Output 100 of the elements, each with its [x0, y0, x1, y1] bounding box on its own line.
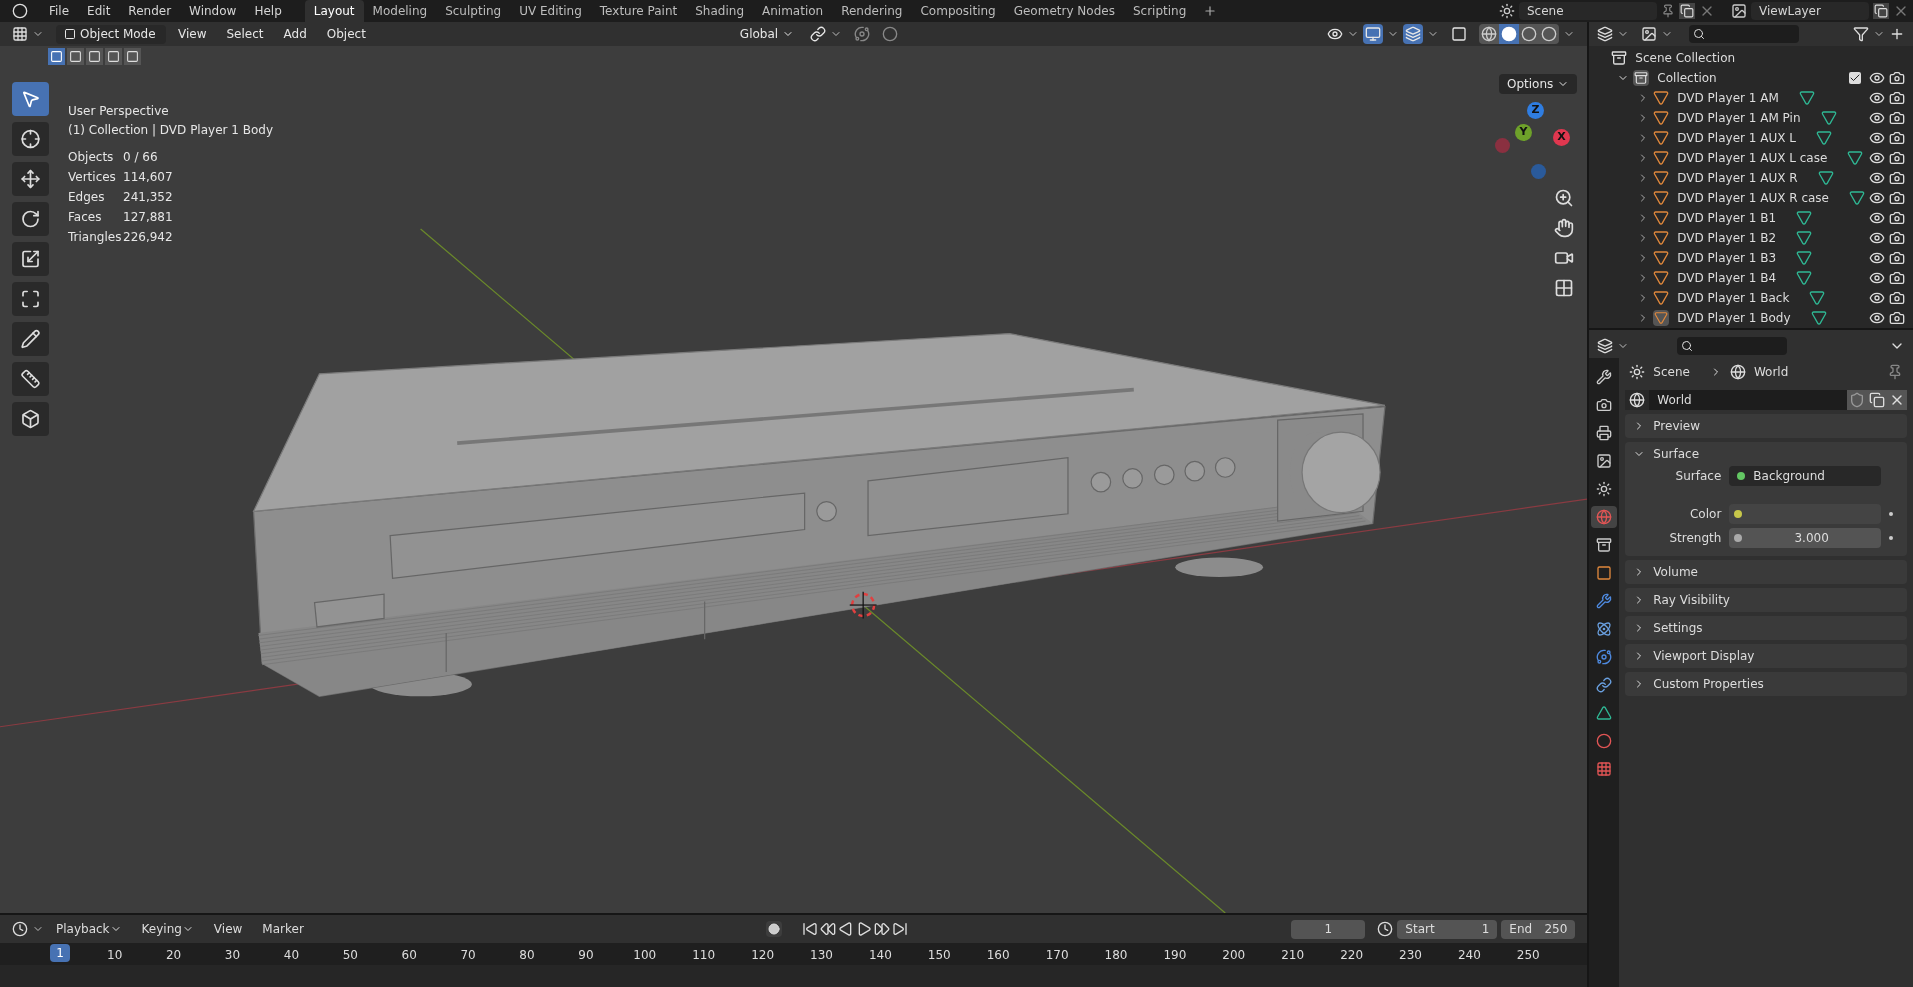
camera-icon[interactable] — [1889, 110, 1905, 126]
view-layer-icon[interactable] — [1731, 3, 1747, 19]
record-icon[interactable] — [765, 921, 782, 937]
panel-header[interactable]: Viewport Display — [1625, 644, 1907, 668]
search-field[interactable] — [1689, 25, 1800, 43]
menu-item[interactable]: View — [170, 25, 215, 43]
workspace-tab[interactable]: UV Editing — [510, 0, 591, 22]
annotate-tool-icon[interactable] — [12, 322, 49, 356]
object-icon[interactable] — [1653, 130, 1670, 146]
shading-mode-button[interactable] — [1499, 24, 1520, 44]
object-icon[interactable] — [1653, 110, 1670, 126]
menu-item[interactable]: View — [205, 920, 251, 938]
camera-icon[interactable] — [1889, 250, 1905, 266]
breadcrumb-item[interactable]: World — [1753, 363, 1789, 381]
world-name-field[interactable]: World — [1649, 390, 1847, 410]
scene-field[interactable]: Scene — [1519, 2, 1657, 20]
panel-header[interactable]: Surface — [1625, 442, 1907, 466]
snap-icon[interactable] — [854, 26, 871, 42]
app-logo-icon[interactable] — [12, 3, 28, 19]
display-mode-icon[interactable] — [1641, 26, 1658, 42]
next-keyframe-icon[interactable] — [873, 921, 890, 937]
rotate-tool-icon[interactable] — [12, 202, 49, 236]
eye-icon[interactable] — [1869, 130, 1885, 146]
pivot-icon[interactable] — [810, 26, 827, 42]
editor-type-icon[interactable] — [1597, 26, 1614, 42]
outliner-item[interactable]: DVD Player 1 Body — [1677, 309, 1791, 327]
selection-mode-button[interactable] — [86, 48, 103, 65]
pin-icon[interactable] — [1887, 364, 1903, 380]
panel-header[interactable]: Ray Visibility — [1625, 588, 1907, 612]
panel-header[interactable]: Volume — [1625, 560, 1907, 584]
outliner-item[interactable]: DVD Player 1 AM — [1677, 89, 1779, 107]
selection-mode-button[interactable] — [105, 48, 122, 65]
filter-icon[interactable] — [1853, 26, 1869, 42]
workspace-tab[interactable]: Layout — [304, 0, 364, 22]
eye-icon[interactable] — [1869, 150, 1885, 166]
color-field[interactable] — [1729, 504, 1881, 524]
move-tool-icon[interactable] — [12, 162, 49, 196]
camera-icon[interactable] — [1889, 230, 1905, 246]
strength-field[interactable]: 3.000 — [1729, 528, 1881, 548]
copy-icon[interactable] — [1873, 3, 1889, 19]
scale-tool-icon[interactable] — [12, 242, 49, 276]
outliner-item[interactable]: DVD Player 1 B4 — [1677, 269, 1777, 287]
camera-icon[interactable] — [1889, 210, 1905, 226]
breadcrumb-item[interactable]: Scene — [1653, 363, 1690, 381]
jump-end-icon[interactable] — [891, 921, 908, 937]
options-dropdown[interactable]: Options — [1499, 74, 1578, 94]
workspace-tab[interactable]: Sculpting — [436, 0, 511, 22]
object-icon[interactable] — [1653, 250, 1670, 266]
outliner-item[interactable]: DVD Player 1 AM Pin — [1677, 109, 1801, 127]
zoom-icon[interactable] — [1554, 188, 1574, 208]
menu-item[interactable]: Render — [119, 2, 181, 20]
workspace-tab[interactable]: Texture Paint — [590, 0, 687, 22]
outliner-item[interactable]: Scene Collection — [1635, 49, 1736, 67]
eye-icon[interactable] — [1869, 210, 1885, 226]
panel-header[interactable]: Custom Properties — [1625, 672, 1907, 696]
object-icon[interactable] — [1653, 170, 1670, 186]
selection-mode-button[interactable] — [48, 48, 65, 65]
eye-icon[interactable] — [1869, 170, 1885, 186]
object-icon[interactable] — [1653, 210, 1670, 226]
editor-type-icon[interactable] — [12, 26, 28, 42]
menu-item[interactable]: File — [40, 2, 79, 20]
panel-header[interactable]: Preview — [1625, 414, 1907, 438]
new-collection-icon[interactable] — [1889, 26, 1905, 42]
eye-icon[interactable] — [1869, 90, 1885, 106]
visibility-icon[interactable] — [1327, 26, 1344, 42]
scene-icon[interactable] — [1499, 3, 1515, 19]
object-icon[interactable] — [1653, 310, 1670, 326]
current-frame-field[interactable]: 1 — [1291, 919, 1366, 939]
surface-field[interactable]: Background — [1729, 466, 1881, 486]
menu-item[interactable]: Edit — [78, 2, 120, 20]
menu-item[interactable]: Help — [245, 2, 291, 20]
grid-icon[interactable] — [1554, 278, 1574, 298]
object-icon[interactable] — [1653, 290, 1670, 306]
outliner-item[interactable]: DVD Player 1 B2 — [1677, 229, 1777, 247]
eye-icon[interactable] — [1869, 270, 1885, 286]
menu-item[interactable]: Playback — [48, 920, 130, 938]
jump-start-icon[interactable] — [801, 921, 818, 937]
eye-icon[interactable] — [1869, 190, 1885, 206]
previous-keyframe-icon[interactable] — [819, 921, 836, 937]
object-icon[interactable] — [1653, 150, 1670, 166]
camera-icon[interactable] — [1889, 90, 1905, 106]
workspace-tab[interactable]: Shading — [686, 0, 753, 22]
gizmo-toggle-icon[interactable] — [1363, 24, 1384, 44]
clock-icon[interactable] — [1377, 921, 1394, 937]
view-layer-field[interactable]: ViewLayer — [1751, 2, 1869, 20]
cursor-tool-icon[interactable] — [12, 122, 49, 156]
add-cube-tool-icon[interactable] — [12, 402, 49, 436]
workspace-tab[interactable]: Geometry Nodes — [1004, 0, 1124, 22]
workspace-tab[interactable]: Rendering — [832, 0, 912, 22]
menu-item[interactable]: Select — [218, 25, 272, 43]
add-workspace-icon[interactable] — [1203, 4, 1218, 18]
eye-icon[interactable] — [1869, 290, 1885, 306]
camera-icon[interactable] — [1889, 290, 1905, 306]
camera-icon[interactable] — [1889, 310, 1905, 326]
object-icon[interactable] — [1653, 90, 1670, 106]
menu-item[interactable]: Window — [180, 2, 246, 20]
search-field[interactable] — [1677, 337, 1788, 355]
object-icon[interactable] — [1653, 270, 1670, 286]
hand-icon[interactable] — [1554, 218, 1574, 238]
editor-type-icon[interactable] — [12, 921, 28, 937]
